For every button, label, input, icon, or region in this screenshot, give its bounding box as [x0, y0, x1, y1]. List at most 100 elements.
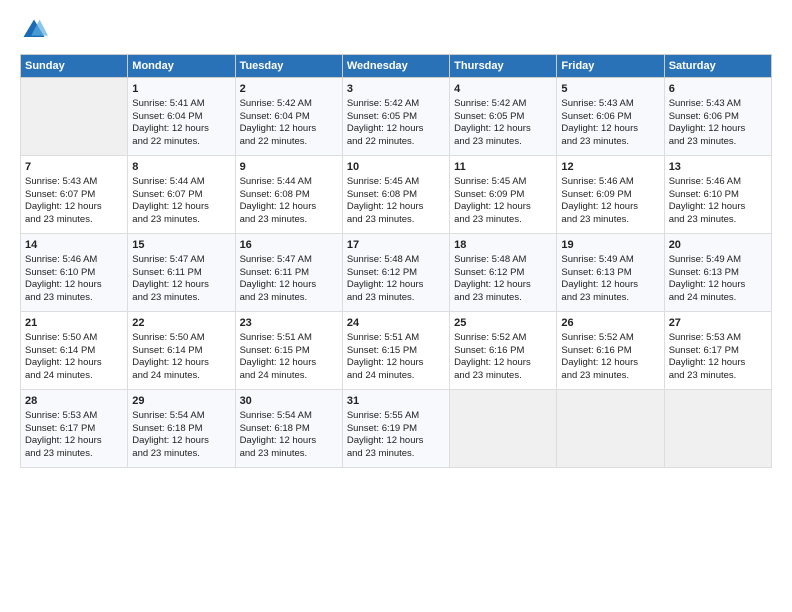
day-number: 17 — [347, 238, 445, 253]
day-number: 20 — [669, 238, 767, 253]
day-info: Sunrise: 5:46 AM — [669, 176, 767, 189]
calendar-cell: 24Sunrise: 5:51 AMSunset: 6:15 PMDayligh… — [342, 312, 449, 390]
day-number: 12 — [561, 160, 659, 175]
day-info: and 22 minutes. — [132, 136, 230, 149]
day-info: Daylight: 12 hours — [132, 279, 230, 292]
calendar-cell: 17Sunrise: 5:48 AMSunset: 6:12 PMDayligh… — [342, 234, 449, 312]
day-info: Sunrise: 5:44 AM — [240, 176, 338, 189]
weekday-header-tuesday: Tuesday — [235, 55, 342, 78]
day-info: and 23 minutes. — [454, 136, 552, 149]
day-info: Daylight: 12 hours — [454, 279, 552, 292]
calendar-cell: 18Sunrise: 5:48 AMSunset: 6:12 PMDayligh… — [450, 234, 557, 312]
day-number: 25 — [454, 316, 552, 331]
day-info: Daylight: 12 hours — [561, 123, 659, 136]
weekday-header-wednesday: Wednesday — [342, 55, 449, 78]
day-info: and 23 minutes. — [132, 292, 230, 305]
weekday-header-thursday: Thursday — [450, 55, 557, 78]
calendar-cell: 30Sunrise: 5:54 AMSunset: 6:18 PMDayligh… — [235, 390, 342, 468]
day-info: Sunrise: 5:54 AM — [240, 410, 338, 423]
day-info: Sunrise: 5:50 AM — [132, 332, 230, 345]
calendar-table: SundayMondayTuesdayWednesdayThursdayFrid… — [20, 54, 772, 468]
day-number: 21 — [25, 316, 123, 331]
day-info: Sunrise: 5:42 AM — [454, 98, 552, 111]
day-number: 23 — [240, 316, 338, 331]
calendar-page: SundayMondayTuesdayWednesdayThursdayFrid… — [0, 0, 792, 612]
calendar-body: 1Sunrise: 5:41 AMSunset: 6:04 PMDaylight… — [21, 78, 772, 468]
day-info: Daylight: 12 hours — [669, 279, 767, 292]
day-number: 26 — [561, 316, 659, 331]
day-info: Sunset: 6:07 PM — [132, 189, 230, 202]
day-number: 16 — [240, 238, 338, 253]
calendar-cell: 21Sunrise: 5:50 AMSunset: 6:14 PMDayligh… — [21, 312, 128, 390]
day-info: Daylight: 12 hours — [240, 279, 338, 292]
day-info: Sunrise: 5:48 AM — [454, 254, 552, 267]
day-info: and 23 minutes. — [454, 370, 552, 383]
day-info: Sunset: 6:05 PM — [347, 111, 445, 124]
day-info: Sunset: 6:09 PM — [454, 189, 552, 202]
weekday-header-sunday: Sunday — [21, 55, 128, 78]
day-info: Sunset: 6:14 PM — [132, 345, 230, 358]
day-info: and 23 minutes. — [25, 448, 123, 461]
day-info: Sunrise: 5:54 AM — [132, 410, 230, 423]
day-info: Sunset: 6:08 PM — [240, 189, 338, 202]
day-info: Daylight: 12 hours — [132, 357, 230, 370]
day-info: Sunset: 6:11 PM — [240, 267, 338, 280]
day-info: Sunset: 6:06 PM — [669, 111, 767, 124]
logo — [20, 16, 50, 44]
calendar-cell: 6Sunrise: 5:43 AMSunset: 6:06 PMDaylight… — [664, 78, 771, 156]
day-info: Sunset: 6:09 PM — [561, 189, 659, 202]
logo-icon — [20, 16, 48, 44]
day-info: Daylight: 12 hours — [347, 357, 445, 370]
day-info: Sunset: 6:16 PM — [561, 345, 659, 358]
calendar-cell: 8Sunrise: 5:44 AMSunset: 6:07 PMDaylight… — [128, 156, 235, 234]
day-info: and 23 minutes. — [561, 136, 659, 149]
day-info: and 23 minutes. — [561, 370, 659, 383]
day-info: and 23 minutes. — [454, 214, 552, 227]
day-info: and 23 minutes. — [347, 448, 445, 461]
day-info: Sunrise: 5:47 AM — [132, 254, 230, 267]
day-info: Sunset: 6:08 PM — [347, 189, 445, 202]
calendar-header: SundayMondayTuesdayWednesdayThursdayFrid… — [21, 55, 772, 78]
day-info: and 22 minutes. — [240, 136, 338, 149]
calendar-cell — [664, 390, 771, 468]
day-info: Sunrise: 5:42 AM — [240, 98, 338, 111]
day-info: Sunrise: 5:43 AM — [25, 176, 123, 189]
day-info: Sunrise: 5:53 AM — [25, 410, 123, 423]
day-info: and 23 minutes. — [240, 214, 338, 227]
day-info: and 23 minutes. — [669, 136, 767, 149]
day-number: 14 — [25, 238, 123, 253]
day-info: Daylight: 12 hours — [240, 201, 338, 214]
weekday-header-monday: Monday — [128, 55, 235, 78]
calendar-cell — [450, 390, 557, 468]
calendar-cell: 10Sunrise: 5:45 AMSunset: 6:08 PMDayligh… — [342, 156, 449, 234]
day-info: Daylight: 12 hours — [561, 201, 659, 214]
day-number: 3 — [347, 82, 445, 97]
day-info: Daylight: 12 hours — [25, 357, 123, 370]
day-info: Sunrise: 5:52 AM — [454, 332, 552, 345]
day-info: Sunset: 6:06 PM — [561, 111, 659, 124]
day-info: Sunset: 6:17 PM — [669, 345, 767, 358]
calendar-week-2: 7Sunrise: 5:43 AM Sunset: 6:07 PM Daylight… — [21, 156, 772, 234]
calendar-week-5: 28Sunrise: 5:53 AMSunset: 6:17 PMDayligh… — [21, 390, 772, 468]
day-info: Sunset: 6:12 PM — [347, 267, 445, 280]
day-number: 9 — [240, 160, 338, 175]
day-info: Daylight: 12 hours — [454, 357, 552, 370]
day-info: Sunrise: 5:42 AM — [347, 98, 445, 111]
day-info: Daylight: 12 hours — [561, 357, 659, 370]
calendar-cell: 25Sunrise: 5:52 AMSunset: 6:16 PMDayligh… — [450, 312, 557, 390]
day-info: Sunset: 6:10 PM — [669, 189, 767, 202]
calendar-week-1: 1Sunrise: 5:41 AMSunset: 6:04 PMDaylight… — [21, 78, 772, 156]
day-info: Sunrise: 5:43 AM — [669, 98, 767, 111]
day-info: and 23 minutes. — [25, 292, 123, 305]
day-number: 4 — [454, 82, 552, 97]
day-number: 7 — [25, 160, 123, 175]
day-info: Sunset: 6:18 PM — [240, 423, 338, 436]
day-info: Sunrise: 5:52 AM — [561, 332, 659, 345]
weekday-header-saturday: Saturday — [664, 55, 771, 78]
calendar-cell: 11Sunrise: 5:45 AMSunset: 6:09 PMDayligh… — [450, 156, 557, 234]
calendar-cell: 3Sunrise: 5:42 AMSunset: 6:05 PMDaylight… — [342, 78, 449, 156]
calendar-cell: 31Sunrise: 5:55 AMSunset: 6:19 PMDayligh… — [342, 390, 449, 468]
day-info: Daylight: 12 hours — [669, 357, 767, 370]
day-number: 1 — [132, 82, 230, 97]
day-number: 29 — [132, 394, 230, 409]
